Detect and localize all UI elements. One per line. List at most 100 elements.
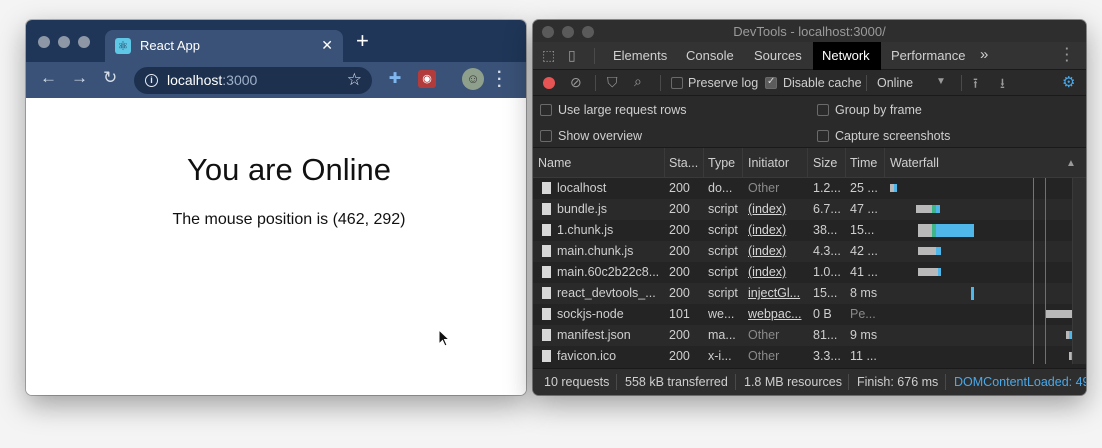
column-header-type[interactable]: Type xyxy=(708,156,735,170)
throttle-dropdown-icon[interactable]: ▼ xyxy=(936,76,946,87)
request-initiator[interactable]: (index) xyxy=(748,202,807,216)
address-bar[interactable]: i localhost:3000 ☆ xyxy=(134,67,372,94)
request-initiator[interactable]: injectGl... xyxy=(748,286,807,300)
devtools-tab-bar: ⬚ ▯ Elements Console Sources Network Per… xyxy=(533,42,1086,70)
table-row[interactable]: favicon.ico 200 x-i... Other 3.3... 11 ... xyxy=(533,346,1086,367)
tab-elements[interactable]: Elements xyxy=(613,48,667,63)
back-arrow-icon[interactable]: ← xyxy=(40,68,57,88)
bookmark-star-icon[interactable]: ☆ xyxy=(347,70,362,90)
request-name: localhost xyxy=(557,181,607,195)
tab-sources[interactable]: Sources xyxy=(754,48,802,63)
browser-menu-icon[interactable]: · · · xyxy=(497,65,502,95)
request-initiator[interactable]: (index) xyxy=(748,265,807,279)
table-row[interactable]: manifest.json 200 ma... Other 81... 9 ms xyxy=(533,325,1086,346)
table-row[interactable]: main.chunk.js 200 script (index) 4.3... 42 ..… xyxy=(533,241,1086,262)
mouse-position-text: The mouse position is (462, 292) xyxy=(172,211,406,228)
tab-strip: ⚛ React App ✕ + xyxy=(26,20,526,62)
waterfall-bar xyxy=(938,268,941,276)
file-icon xyxy=(542,203,551,215)
tab-network[interactable]: Network xyxy=(813,42,881,70)
request-initiator[interactable]: (index) xyxy=(748,223,807,237)
disable-cache-label: Disable cache xyxy=(783,76,862,90)
request-time: 42 ... xyxy=(850,244,878,258)
reload-icon[interactable]: ↻ xyxy=(103,68,117,88)
minimize-window-button[interactable] xyxy=(58,36,70,48)
tab-react-app[interactable]: ⚛ React App ✕ xyxy=(105,30,343,62)
table-row[interactable]: bundle.js 200 script (index) 6.7... 47 ... xyxy=(533,199,1086,220)
table-row[interactable]: sockjs-node 101 we... webpac... 0 B Pe... xyxy=(533,304,1086,325)
request-type: we... xyxy=(708,307,735,321)
devtools-menu-icon[interactable]: · · · xyxy=(1065,42,1069,67)
extension-red-icon[interactable]: ◉ xyxy=(418,70,436,88)
request-initiator[interactable]: webpac... xyxy=(748,307,807,321)
request-name: main.60c2b22c8... xyxy=(557,265,660,279)
new-tab-button[interactable]: + xyxy=(356,30,369,52)
waterfall-bar xyxy=(918,247,932,255)
request-size: 3.3... xyxy=(813,349,841,363)
waterfall-bar xyxy=(936,205,940,213)
request-name: favicon.ico xyxy=(557,349,617,363)
show-overview-checkbox[interactable] xyxy=(540,130,552,142)
export-har-icon[interactable]: ⭳ xyxy=(1000,73,1005,97)
more-tabs-icon[interactable]: » xyxy=(980,46,988,63)
table-row[interactable]: 1.chunk.js 200 script (index) 38... 15... xyxy=(533,220,1086,241)
tab-performance[interactable]: Performance xyxy=(891,48,965,63)
request-size: 6.7... xyxy=(813,202,841,216)
request-size: 38... xyxy=(813,223,838,237)
tab-close-icon[interactable]: ✕ xyxy=(321,37,333,54)
filter-icon[interactable]: ⛉ xyxy=(607,74,618,91)
inspect-element-icon[interactable]: ⬚ xyxy=(542,47,555,64)
file-icon xyxy=(542,308,551,320)
extension-puzzle-icon[interactable]: ✚ xyxy=(386,70,404,88)
large-rows-checkbox[interactable] xyxy=(540,104,552,116)
column-header-initiator[interactable]: Initiator xyxy=(748,156,789,170)
sort-ascending-icon[interactable]: ▲ xyxy=(1066,158,1076,169)
request-time: 15... xyxy=(850,223,875,237)
forward-arrow-icon[interactable]: → xyxy=(71,68,88,88)
request-time: Pe... xyxy=(850,307,876,321)
request-status: 200 xyxy=(669,328,690,342)
browser-window: ⚛ React App ✕ + ← → ↻ i localhost:3000 ☆… xyxy=(26,20,526,395)
request-initiator[interactable]: (index) xyxy=(748,244,807,258)
column-header-time[interactable]: Time xyxy=(850,156,877,170)
table-scrollbar[interactable] xyxy=(1072,178,1086,364)
throttling-select[interactable]: Online xyxy=(877,76,913,90)
table-row[interactable]: react_devtools_... 200 script injectGl... 15… xyxy=(533,283,1086,304)
request-size: 0 B xyxy=(813,307,832,321)
search-icon[interactable]: ⌕ xyxy=(634,73,642,90)
waterfall-bar xyxy=(918,224,932,237)
capture-screenshots-checkbox[interactable] xyxy=(817,130,829,142)
preserve-log-checkbox[interactable] xyxy=(671,77,683,89)
domcontentloaded-time: DOMContentLoaded: 49 xyxy=(954,375,1086,389)
table-row[interactable]: main.60c2b22c8... 200 script (index) 1.0... 4… xyxy=(533,262,1086,283)
request-type: ma... xyxy=(708,328,736,342)
device-toolbar-icon[interactable]: ▯ xyxy=(568,47,576,64)
url-text[interactable]: localhost:3000 xyxy=(167,72,257,88)
table-row[interactable]: localhost 200 do... Other 1.2... 25 ... xyxy=(533,178,1086,199)
group-by-frame-checkbox[interactable] xyxy=(817,104,829,116)
request-type: script xyxy=(708,202,738,216)
profile-avatar[interactable]: ☺ xyxy=(462,68,484,90)
request-time: 47 ... xyxy=(850,202,878,216)
request-initiator: Other xyxy=(748,181,780,195)
import-har-icon[interactable]: ⭱ xyxy=(973,73,978,97)
disable-cache-checkbox[interactable] xyxy=(765,76,777,89)
record-icon[interactable] xyxy=(543,77,555,89)
column-header-waterfall[interactable]: Waterfall xyxy=(890,156,939,170)
site-info-icon[interactable]: i xyxy=(145,74,158,87)
zoom-window-button[interactable] xyxy=(78,36,90,48)
table-header: Name Sta... Type Initiator Size Time Wat… xyxy=(533,148,1086,178)
request-type: script xyxy=(708,286,738,300)
transferred-size: 558 kB transferred xyxy=(625,375,728,389)
tab-console[interactable]: Console xyxy=(686,48,734,63)
close-window-button[interactable] xyxy=(38,36,50,48)
request-name: manifest.json xyxy=(557,328,631,342)
waterfall-bar xyxy=(936,247,941,255)
large-rows-label: Use large request rows xyxy=(558,103,687,117)
clear-icon[interactable]: ⊘ xyxy=(570,74,582,91)
network-settings-gear-icon[interactable]: ⚙ xyxy=(1062,73,1075,91)
column-header-name[interactable]: Name xyxy=(538,156,571,170)
devtools-titlebar: DevTools - localhost:3000/ xyxy=(533,20,1086,42)
column-header-status[interactable]: Sta... xyxy=(669,156,698,170)
column-header-size[interactable]: Size xyxy=(813,156,837,170)
